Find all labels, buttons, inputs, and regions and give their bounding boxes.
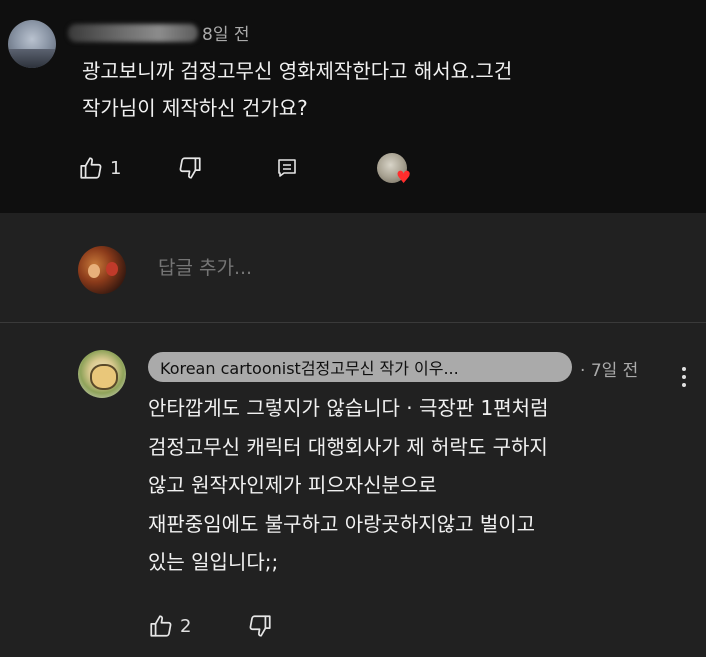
commenter-avatar[interactable] [8, 20, 56, 68]
like-count: 2 [180, 615, 192, 637]
more-vert-icon[interactable] [681, 367, 687, 387]
creator-heart: ♥ [377, 153, 411, 187]
reply-actions: 2 [148, 613, 273, 639]
blurred-username [68, 23, 198, 42]
comment-meta: 8일 전 [68, 20, 250, 45]
thumbs-up-icon[interactable] [78, 155, 104, 181]
thumbs-up-icon[interactable] [148, 613, 174, 639]
replies-section: Korean cartoonist검정고무신 작가 이우... · 7일 전 안… [0, 213, 706, 657]
comments-screen: 8일 전 광고보니까 검정고무신 영화제작한다고 해서요.그건 작가님이 제작하… [0, 0, 706, 657]
comment-actions: 1 [78, 155, 299, 181]
comment-text: 광고보니까 검정고무신 영화제작한다고 해서요.그건 작가님이 제작하신 건가요… [82, 59, 513, 120]
thumbs-down-icon[interactable] [247, 613, 273, 639]
reply-time: · 7일 전 [580, 361, 639, 381]
add-reply-input[interactable] [158, 257, 558, 279]
like-count: 1 [110, 157, 122, 179]
author-avatar[interactable] [78, 350, 126, 398]
reply-icon[interactable] [275, 156, 299, 180]
reply-text: 안타깝게도 그렇지가 않습니다 · 극장판 1편처럼 검정고무신 캐릭터 대행회… [148, 396, 549, 574]
my-avatar [78, 246, 126, 294]
top-comment: 8일 전 광고보니까 검정고무신 영화제작한다고 해서요.그건 작가님이 제작하… [0, 0, 706, 213]
thumbs-down-icon[interactable] [177, 155, 203, 181]
divider [0, 322, 706, 323]
heart-icon: ♥ [396, 168, 412, 188]
comment-time: 8일 전 [202, 25, 250, 45]
author-name-chip[interactable]: Korean cartoonist검정고무신 작가 이우... [148, 352, 572, 382]
avatar-landscape [8, 48, 56, 68]
